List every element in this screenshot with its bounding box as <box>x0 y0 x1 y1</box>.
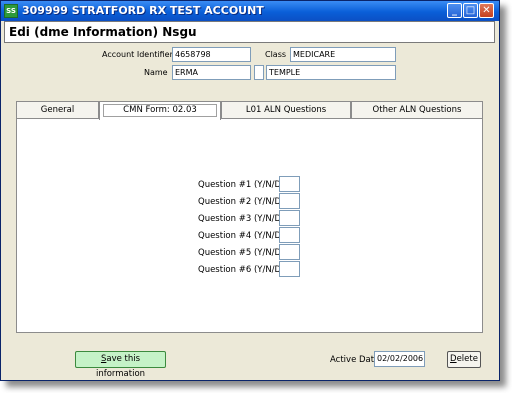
question-6-label: Question #6 (Y/N/D) <box>198 265 285 275</box>
tab-strip: General CMN Form: 02.03 L01 ALN Question… <box>16 101 483 120</box>
account-identifier-label: Account Identifier <box>102 50 173 59</box>
name-label: Name <box>144 68 168 77</box>
save-button[interactable]: Save this information <box>75 351 166 379</box>
form-header: Edi (dme Information) Nsgu <box>4 21 495 43</box>
question-1-input[interactable] <box>279 176 300 192</box>
minimize-button[interactable]: _ <box>447 3 462 18</box>
question-2-input[interactable] <box>279 193 300 209</box>
account-identifier-field[interactable]: 4658798 <box>172 47 251 62</box>
active-date-label: Active Date <box>330 355 380 365</box>
question-3-label: Question #3 (Y/N/D) <box>198 214 285 224</box>
middle-initial-field[interactable] <box>254 65 264 80</box>
question-3-input[interactable] <box>279 210 300 226</box>
tab-l01-aln-questions[interactable]: L01 ALN Questions <box>221 101 351 119</box>
tab-cmn-form-label: CMN Form: 02.03 <box>103 104 217 117</box>
question-4-input[interactable] <box>279 227 300 243</box>
question-4-label: Question #4 (Y/N/D) <box>198 231 285 241</box>
tab-cmn-form[interactable]: CMN Form: 02.03 <box>99 101 221 120</box>
class-field[interactable]: MEDICARE <box>290 47 396 62</box>
window-title: 309999 STRATFORD RX TEST ACCOUNT <box>22 4 264 17</box>
delete-button[interactable]: Delete <box>447 351 481 368</box>
question-5-input[interactable] <box>279 244 300 260</box>
form-title: Edi (dme Information) Nsgu <box>9 25 197 39</box>
last-name-field[interactable]: TEMPLE <box>266 65 396 80</box>
active-date-field[interactable]: 02/02/2006 <box>374 351 425 367</box>
app-icon: SS <box>4 4 18 18</box>
close-button[interactable]: ✕ <box>479 3 494 18</box>
title-bar[interactable]: SS 309999 STRATFORD RX TEST ACCOUNT _ □ … <box>1 1 499 21</box>
first-name-field[interactable]: ERMA <box>172 65 251 80</box>
question-5-label: Question #5 (Y/N/D) <box>198 248 285 258</box>
question-1-label: Question #1 (Y/N/D) <box>198 180 285 190</box>
question-2-label: Question #2 (Y/N/D) <box>198 197 285 207</box>
tab-panel <box>16 118 483 333</box>
class-label: Class <box>265 50 287 59</box>
tab-other-aln-questions[interactable]: Other ALN Questions <box>351 101 483 119</box>
maximize-button[interactable]: □ <box>463 3 478 18</box>
question-6-input[interactable] <box>279 261 300 277</box>
app-window: SS 309999 STRATFORD RX TEST ACCOUNT _ □ … <box>0 0 500 381</box>
tab-general[interactable]: General <box>16 101 99 119</box>
